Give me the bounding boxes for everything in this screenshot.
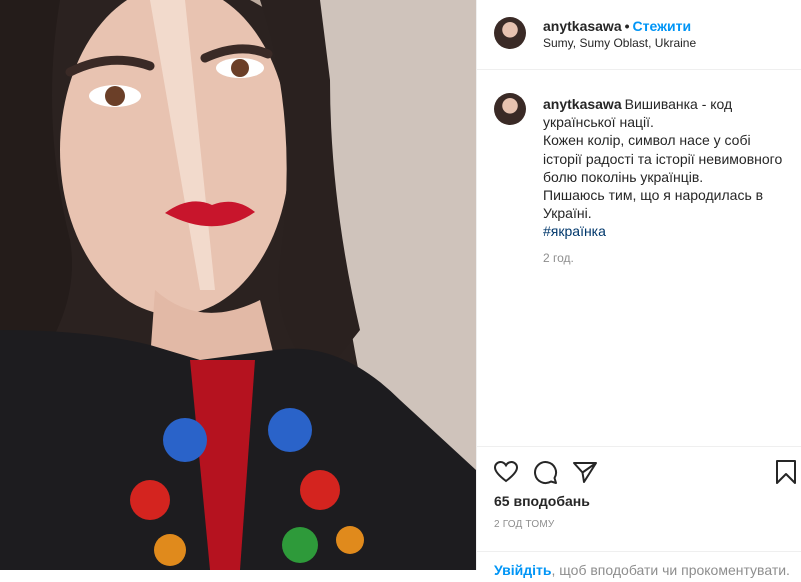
caption-line: болю поколінь українців. bbox=[543, 168, 704, 185]
caption-text: anytkasawa Вишиванка - код української на… bbox=[543, 95, 798, 241]
caption-line: Україні. bbox=[543, 205, 592, 222]
header-username-row: anytkasawa • Стежити bbox=[543, 18, 691, 34]
post-time-ago: 2 ГОД ТОМУ bbox=[494, 519, 555, 530]
caption-line: української нації. bbox=[543, 114, 654, 131]
comment-icon[interactable] bbox=[532, 459, 558, 485]
comment-login-bar: Увійдіть, щоб вподобати чи прокоментуват… bbox=[477, 551, 801, 582]
likes-count[interactable]: 65 вподобань bbox=[494, 493, 590, 509]
avatar[interactable] bbox=[494, 17, 526, 49]
login-prompt-text: , щоб вподобати чи прокоментувати. bbox=[551, 562, 790, 578]
post-side-panel: anytkasawa • Стежити Sumy, Sumy Oblast, Uk… bbox=[476, 0, 801, 578]
login-link[interactable]: Увійдіть bbox=[494, 562, 552, 578]
location-link[interactable]: Sumy, Sumy Oblast, Ukraine bbox=[543, 36, 696, 50]
share-icon[interactable] bbox=[572, 459, 598, 485]
portrait-image bbox=[0, 0, 476, 570]
follow-button[interactable]: Стежити bbox=[633, 18, 692, 34]
caption-avatar[interactable] bbox=[494, 93, 526, 125]
caption-line: Вишиванка - код bbox=[624, 96, 733, 112]
post-photo[interactable] bbox=[0, 0, 476, 570]
caption-line: Пишаюсь тим, що я народилась в bbox=[543, 187, 764, 204]
caption-line: історії радості та історії невимовного bbox=[543, 150, 783, 167]
bookmark-icon[interactable] bbox=[773, 459, 799, 485]
hashtag-link[interactable]: #якраїнка bbox=[543, 222, 798, 240]
login-prompt: Увійдіть, щоб вподобати чи прокоментуват… bbox=[494, 562, 790, 578]
separator-dot: • bbox=[624, 18, 630, 34]
caption-username[interactable]: anytkasawa bbox=[543, 96, 622, 112]
caption-timestamp: 2 год. bbox=[543, 251, 574, 265]
username-link[interactable]: anytkasawa bbox=[543, 18, 622, 34]
actions-section: 65 вподобань 2 ГОД ТОМУ Увійдіть, щоб вп… bbox=[477, 446, 801, 578]
post-header: anytkasawa • Стежити Sumy, Sumy Oblast, Uk… bbox=[477, 0, 801, 70]
caption-line: Кожен колір, символ насе у собі bbox=[543, 132, 751, 149]
heart-icon[interactable] bbox=[493, 459, 519, 485]
